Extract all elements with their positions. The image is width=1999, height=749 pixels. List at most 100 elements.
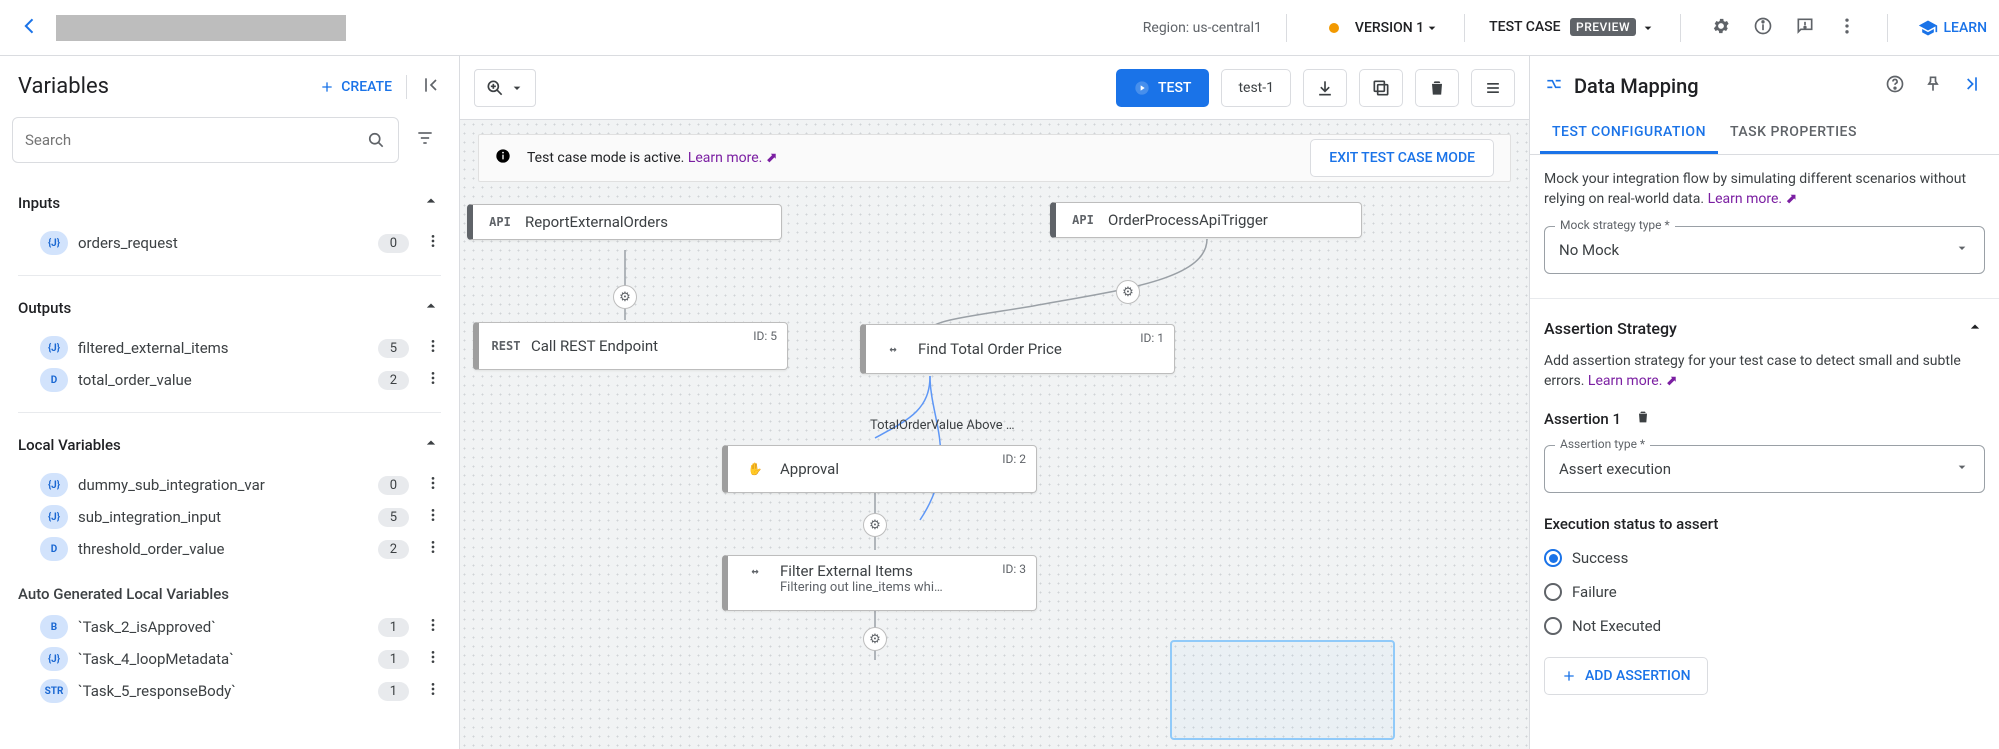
- overflow-icon[interactable]: [419, 507, 447, 527]
- variable-name: `Task_5_responseBody`: [78, 682, 236, 700]
- learn-button[interactable]: LEARN: [1918, 18, 1988, 38]
- right-panel-title: Data Mapping: [1574, 74, 1871, 98]
- hand-icon: ✋: [738, 462, 772, 476]
- back-button[interactable]: [12, 8, 48, 48]
- preview-badge: PREVIEW: [1570, 18, 1636, 36]
- variable-row[interactable]: {J}filtered_external_items5: [10, 332, 451, 364]
- feedback-icon[interactable]: [1789, 10, 1821, 46]
- exit-test-mode-button[interactable]: EXIT TEST CASE MODE: [1310, 139, 1494, 177]
- chevron-down-icon: [1954, 240, 1970, 260]
- chevron-up-icon: [421, 296, 441, 320]
- overflow-icon[interactable]: [419, 649, 447, 669]
- overflow-icon[interactable]: [419, 539, 447, 559]
- node-report-external-orders[interactable]: API ReportExternalOrders: [467, 204, 782, 240]
- api-icon: API: [483, 215, 517, 229]
- search-input[interactable]: [25, 131, 366, 149]
- node-call-rest[interactable]: REST Call REST Endpoint ID: 5: [473, 322, 788, 370]
- type-pill: {J}: [40, 473, 68, 497]
- help-icon[interactable]: [1881, 70, 1909, 102]
- variable-count: 2: [378, 371, 409, 390]
- radio-not-executed[interactable]: Not Executed: [1544, 609, 1985, 643]
- exec-status-title: Execution status to assert: [1544, 515, 1985, 533]
- assertion-1-label: Assertion 1: [1544, 410, 1621, 428]
- variable-row[interactable]: B`Task_2_isApproved`1: [10, 611, 451, 643]
- copy-icon[interactable]: [1359, 69, 1403, 107]
- delete-assertion-icon[interactable]: [1635, 409, 1651, 429]
- overflow-icon[interactable]: [419, 233, 447, 253]
- tab-test-configuration[interactable]: TEST CONFIGURATION: [1540, 112, 1718, 154]
- locals-section-header[interactable]: Local Variables: [0, 419, 459, 467]
- rest-icon: REST: [489, 339, 523, 353]
- inputs-section-header[interactable]: Inputs: [0, 177, 459, 225]
- gear-icon[interactable]: ⚙: [863, 513, 887, 537]
- variable-name: threshold_order_value: [78, 540, 224, 558]
- variable-row[interactable]: Dtotal_order_value2: [10, 364, 451, 396]
- variable-row[interactable]: STR`Task_5_responseBody`1: [10, 675, 451, 707]
- variable-search[interactable]: [12, 117, 399, 163]
- variable-row[interactable]: {J}dummy_sub_integration_var0: [10, 469, 451, 501]
- radio-icon: [1544, 583, 1562, 601]
- overflow-icon[interactable]: [419, 617, 447, 637]
- learn-more-link[interactable]: Learn more. ⬈: [1708, 191, 1798, 207]
- tab-task-properties[interactable]: TASK PROPERTIES: [1718, 112, 1869, 154]
- node-approval[interactable]: ✋ Approval ID: 2: [722, 445, 1037, 493]
- overflow-icon[interactable]: [419, 370, 447, 390]
- overflow-icon[interactable]: [419, 475, 447, 495]
- radio-success[interactable]: Success: [1544, 541, 1985, 575]
- flow-canvas[interactable]: Test case mode is active. Learn more. ⬈ …: [460, 120, 1529, 749]
- mock-strategy-select[interactable]: Mock strategy type * No Mock: [1544, 226, 1985, 274]
- add-assertion-button[interactable]: ADD ASSERTION: [1544, 657, 1708, 695]
- gear-icon[interactable]: ⚙: [863, 627, 887, 651]
- status-dot-icon: [1329, 23, 1339, 33]
- overflow-icon[interactable]: [419, 338, 447, 358]
- delete-icon[interactable]: [1415, 69, 1459, 107]
- variable-row[interactable]: {J}sub_integration_input5: [10, 501, 451, 533]
- assertion-section-header[interactable]: Assertion Strategy: [1544, 317, 1985, 341]
- node-find-total-price[interactable]: ↔ Find Total Order Price ID: 1: [860, 324, 1175, 374]
- gear-icon[interactable]: ⚙: [613, 285, 637, 309]
- download-icon[interactable]: [1303, 69, 1347, 107]
- menu-icon[interactable]: [1471, 69, 1515, 107]
- topbar: Region: us-central1 VERSION 1 TEST CASE …: [0, 0, 1999, 56]
- collapse-panel-icon[interactable]: [406, 75, 441, 99]
- variable-row[interactable]: {J}orders_request0: [10, 227, 451, 259]
- search-icon: [366, 130, 386, 150]
- radio-failure[interactable]: Failure: [1544, 575, 1985, 609]
- variables-title: Variables: [18, 74, 109, 99]
- zoom-dropdown[interactable]: [474, 69, 536, 107]
- variable-count: 5: [378, 339, 409, 358]
- test-case-dropdown[interactable]: TEST CASE PREVIEW: [1489, 19, 1655, 35]
- node-filter-external[interactable]: ID: 3 ↔ Filter External Items Filtering …: [722, 555, 1037, 611]
- version-dropdown[interactable]: VERSION 1: [1355, 20, 1440, 36]
- test-mode-banner: Test case mode is active. Learn more. ⬈ …: [478, 134, 1511, 182]
- variable-count: 5: [378, 508, 409, 527]
- overflow-icon[interactable]: [1831, 10, 1863, 46]
- right-panel: Data Mapping TEST CONFIGURATION TASK PRO…: [1529, 56, 1999, 749]
- test-name-chip[interactable]: test-1: [1221, 69, 1291, 107]
- chevron-down-icon: [1954, 459, 1970, 479]
- expand-right-icon[interactable]: [1957, 70, 1985, 102]
- overflow-icon[interactable]: [419, 681, 447, 701]
- chevron-up-icon: [1965, 317, 1985, 341]
- variable-name: dummy_sub_integration_var: [78, 476, 265, 494]
- variable-row[interactable]: {J}`Task_4_loopMetadata`1: [10, 643, 451, 675]
- assertion-type-select[interactable]: Assertion type * Assert execution: [1544, 445, 1985, 493]
- pin-icon[interactable]: [1919, 70, 1947, 102]
- filter-icon[interactable]: [409, 122, 441, 158]
- gear-icon[interactable]: ⚙: [1116, 280, 1140, 304]
- type-pill: {J}: [40, 505, 68, 529]
- node-order-process-trigger[interactable]: API OrderProcessApiTrigger: [1050, 202, 1362, 238]
- play-icon: [1134, 80, 1150, 96]
- learn-more-link[interactable]: Learn more. ⬈: [688, 150, 778, 166]
- create-variable-button[interactable]: CREATE: [319, 79, 392, 95]
- external-icon: ⬈: [1666, 373, 1678, 389]
- test-button[interactable]: TEST: [1116, 69, 1209, 107]
- type-pill: {J}: [40, 336, 68, 360]
- variable-row[interactable]: Dthreshold_order_value2: [10, 533, 451, 565]
- outputs-section-header[interactable]: Outputs: [0, 282, 459, 330]
- settings-icon[interactable]: [1705, 10, 1737, 46]
- learn-more-link[interactable]: Learn more. ⬈: [1588, 373, 1678, 389]
- assert-help-text: Add assertion strategy for your test cas…: [1544, 351, 1985, 392]
- mapping-icon: ↔: [738, 564, 772, 578]
- info-icon[interactable]: [1747, 10, 1779, 46]
